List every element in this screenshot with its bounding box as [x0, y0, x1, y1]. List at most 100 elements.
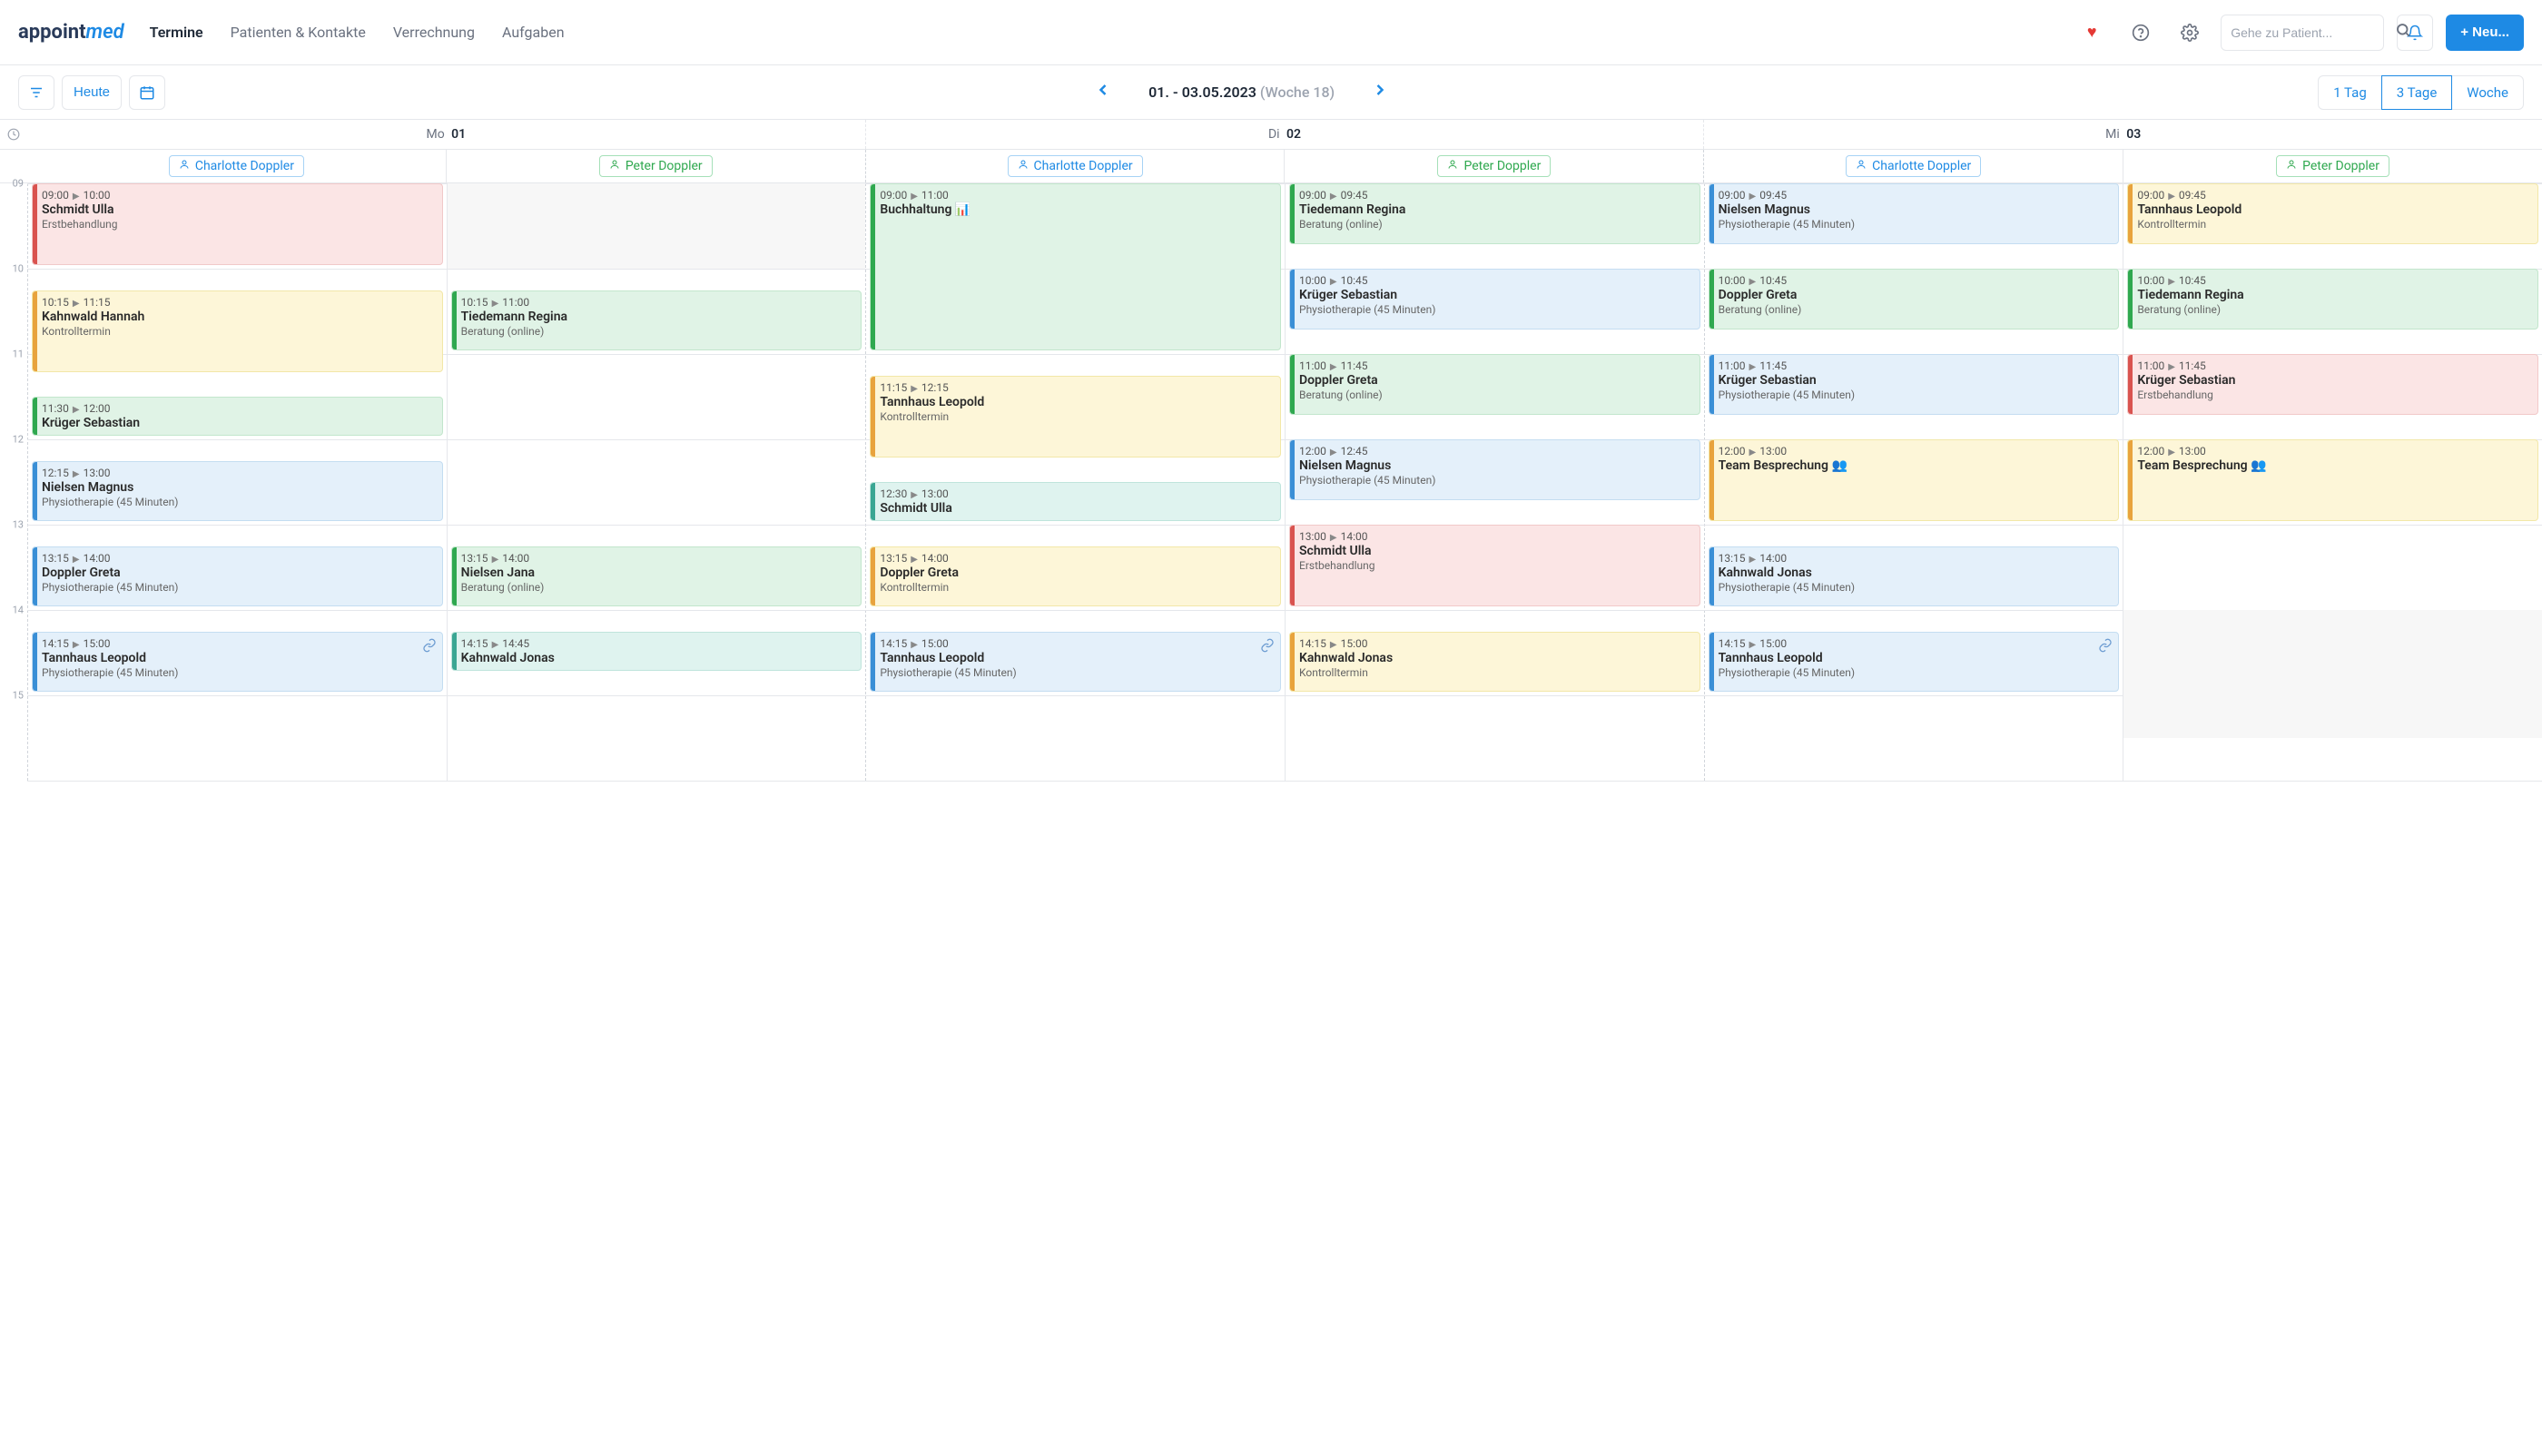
- appointment[interactable]: 09:00▶09:45Tiedemann ReginaBeratung (onl…: [1289, 183, 1700, 244]
- staff-header[interactable]: Charlotte Doppler: [27, 150, 446, 182]
- appointment[interactable]: 10:15▶11:00Tiedemann ReginaBeratung (onl…: [451, 290, 862, 351]
- hour-label: 10: [13, 263, 24, 275]
- appointment[interactable]: 11:00▶11:45Krüger SebastianPhysiotherapi…: [1709, 354, 2120, 415]
- appointment[interactable]: 14:15▶14:45Kahnwald Jonas: [451, 632, 862, 671]
- patient-search[interactable]: [2221, 15, 2384, 51]
- event-title: Tannhaus Leopold: [1719, 651, 2112, 665]
- event-subtitle: Physiotherapie (45 Minuten): [880, 666, 1273, 679]
- person-icon: [609, 159, 620, 173]
- hour-label: 13: [13, 519, 24, 531]
- nav-patienten-kontakte[interactable]: Patienten & Kontakte: [231, 24, 366, 41]
- prev-arrow[interactable]: [1085, 75, 1121, 110]
- person-icon: [1856, 159, 1867, 173]
- datepicker-button[interactable]: [129, 75, 165, 110]
- appointment[interactable]: 09:00▶10:00Schmidt UllaErstbehandlung: [32, 183, 443, 265]
- nav-verrechnung[interactable]: Verrechnung: [393, 24, 475, 41]
- appointment[interactable]: 10:15▶11:15Kahnwald HannahKontrolltermin: [32, 290, 443, 372]
- event-color-bar: [871, 633, 875, 692]
- event-color-bar: [33, 633, 37, 692]
- appointment[interactable]: 12:00▶13:00Team Besprechung 👥: [1709, 439, 2120, 521]
- staff-header[interactable]: Peter Doppler: [446, 150, 865, 182]
- appointment[interactable]: 14:15▶15:00Tannhaus LeopoldPhysiotherapi…: [32, 632, 443, 693]
- staff-header[interactable]: Charlotte Doppler: [1703, 150, 2123, 182]
- appointment[interactable]: 13:15▶14:00Doppler GretaPhysiotherapie (…: [32, 546, 443, 607]
- event-color-bar: [33, 462, 37, 521]
- nav-aufgaben[interactable]: Aufgaben: [502, 24, 565, 41]
- topnav-right: ♥ + Neu...: [2074, 15, 2524, 51]
- search-input[interactable]: [2231, 25, 2395, 40]
- date-range: 01. - 03.05.2023 (Woche 18): [1148, 84, 1335, 101]
- filter-button[interactable]: [18, 75, 54, 110]
- heart-icon[interactable]: ♥: [2074, 15, 2110, 51]
- appointment[interactable]: 10:00▶10:45Krüger SebastianPhysiotherapi…: [1289, 269, 1700, 330]
- event-time: 11:30▶12:00: [42, 402, 435, 415]
- event-color-bar: [1290, 355, 1295, 414]
- view-woche[interactable]: Woche: [2451, 75, 2524, 110]
- appointment[interactable]: 11:15▶12:15Tannhaus LeopoldKontrolltermi…: [870, 376, 1281, 457]
- appointment[interactable]: 10:00▶10:45Tiedemann ReginaBeratung (onl…: [2127, 269, 2538, 330]
- event-color-bar: [1709, 184, 1714, 243]
- appointment[interactable]: 13:15▶14:00Kahnwald JonasPhysiotherapie …: [1709, 546, 2120, 607]
- event-time: 14:15▶15:00: [42, 637, 435, 650]
- new-button[interactable]: + Neu...: [2446, 15, 2524, 51]
- event-time: 12:00▶13:00: [1719, 445, 2112, 457]
- appointment[interactable]: 09:00▶11:00Buchhaltung 📊: [870, 183, 1281, 350]
- hour-label: 09: [13, 178, 24, 190]
- event-subtitle: Erstbehandlung: [42, 218, 435, 231]
- event-time: 11:15▶12:15: [880, 381, 1273, 394]
- settings-icon[interactable]: [2172, 15, 2208, 51]
- event-time: 10:00▶10:45: [2137, 274, 2530, 287]
- calendar-column[interactable]: 09:00▶11:00Buchhaltung 📊 11:15▶12:15Tannh…: [866, 183, 1285, 781]
- appointment[interactable]: 09:00▶09:45Nielsen MagnusPhysiotherapie …: [1709, 183, 2120, 244]
- calendar-column[interactable]: 10:15▶11:00Tiedemann ReginaBeratung (onl…: [447, 183, 866, 781]
- event-color-bar: [1290, 184, 1295, 243]
- hour-label: 15: [13, 690, 24, 702]
- calendar-column[interactable]: 09:00▶09:45Nielsen MagnusPhysiotherapie …: [1705, 183, 2123, 781]
- appointment[interactable]: 12:15▶13:00Nielsen MagnusPhysiotherapie …: [32, 461, 443, 522]
- event-color-bar: [33, 184, 37, 264]
- calendar-column[interactable]: 09:00▶10:00Schmidt UllaErstbehandlung 10:…: [28, 183, 447, 781]
- view-3-tage[interactable]: 3 Tage: [2381, 75, 2453, 110]
- calendar-grid[interactable]: 09:00▶10:00Schmidt UllaErstbehandlung10:…: [27, 183, 2542, 781]
- event-color-bar: [2128, 184, 2133, 243]
- staff-name: Charlotte Doppler: [195, 159, 294, 173]
- event-color-bar: [1290, 526, 1295, 605]
- help-icon[interactable]: [2123, 15, 2159, 51]
- appointment[interactable]: 14:15▶15:00Tannhaus LeopoldPhysiotherapi…: [870, 632, 1281, 693]
- event-time: 11:00▶11:45: [1299, 359, 1692, 372]
- staff-header[interactable]: Peter Doppler: [1284, 150, 1703, 182]
- event-color-bar: [452, 633, 457, 670]
- event-subtitle: Erstbehandlung: [2137, 389, 2530, 401]
- appointment[interactable]: 14:15▶15:00Tannhaus LeopoldPhysiotherapi…: [1709, 632, 2120, 693]
- appointment[interactable]: 12:00▶12:45Nielsen MagnusPhysiotherapie …: [1289, 439, 1700, 500]
- appointment[interactable]: 09:00▶09:45Tannhaus LeopoldKontrolltermi…: [2127, 183, 2538, 244]
- today-button[interactable]: Heute: [62, 75, 122, 110]
- appointment[interactable]: 14:15▶15:00Kahnwald JonasKontrolltermin: [1289, 632, 1700, 693]
- appointment[interactable]: 13:15▶14:00Doppler GretaKontrolltermin: [870, 546, 1281, 607]
- event-time: 09:00▶09:45: [2137, 189, 2530, 202]
- event-color-bar: [33, 547, 37, 606]
- appointment[interactable]: 13:00▶14:00Schmidt UllaErstbehandlung: [1289, 525, 1700, 606]
- staff-header[interactable]: Peter Doppler: [2123, 150, 2542, 182]
- event-time: 12:15▶13:00: [42, 467, 435, 479]
- appointment[interactable]: 11:30▶12:00Krüger Sebastian: [32, 397, 443, 436]
- calendar-column[interactable]: 09:00▶09:45Tiedemann ReginaBeratung (onl…: [1285, 183, 1704, 781]
- appointment[interactable]: 10:00▶10:45Doppler GretaBeratung (online…: [1709, 269, 2120, 330]
- nav-termine[interactable]: Termine: [150, 24, 203, 41]
- calendar-column[interactable]: 09:00▶09:45Tannhaus LeopoldKontrolltermi…: [2123, 183, 2542, 781]
- event-title: Kahnwald Hannah: [42, 310, 435, 324]
- event-subtitle: Kontrolltermin: [880, 410, 1273, 423]
- logo[interactable]: appointmed: [18, 21, 124, 44]
- appointment[interactable]: 12:00▶13:00Team Besprechung 👥: [2127, 439, 2538, 521]
- appointment[interactable]: 12:30▶13:00Schmidt Ulla: [870, 482, 1281, 521]
- appointment[interactable]: 11:00▶11:45Krüger SebastianErstbehandlun…: [2127, 354, 2538, 415]
- next-arrow[interactable]: [1362, 75, 1398, 110]
- staff-header[interactable]: Charlotte Doppler: [865, 150, 1285, 182]
- event-title: Doppler Greta: [880, 566, 1273, 580]
- appointment[interactable]: 11:00▶11:45Doppler GretaBeratung (online…: [1289, 354, 1700, 415]
- view-1-tag[interactable]: 1 Tag: [2318, 75, 2382, 110]
- appointment[interactable]: 13:15▶14:00Nielsen JanaBeratung (online): [451, 546, 862, 607]
- event-time: 13:15▶14:00: [42, 552, 435, 565]
- event-subtitle: Physiotherapie (45 Minuten): [42, 666, 435, 679]
- event-color-bar: [33, 291, 37, 371]
